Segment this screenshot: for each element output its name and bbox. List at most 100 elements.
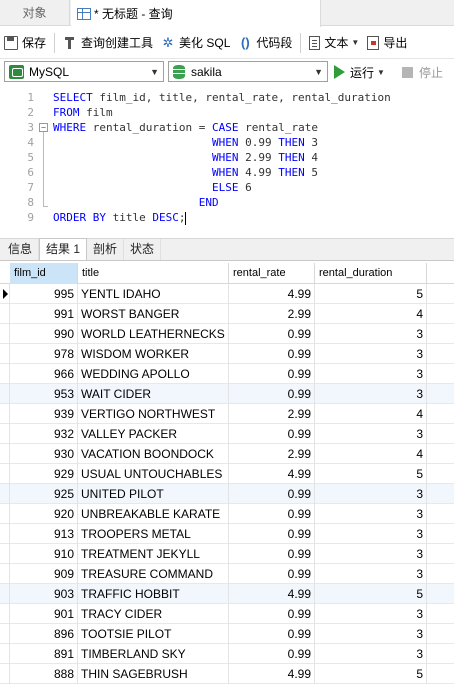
cell-film-id[interactable]: 910 xyxy=(10,544,78,564)
cell-title[interactable]: TREATMENT JEKYLL xyxy=(78,544,229,564)
code-line[interactable]: 9 ORDER BY title DESC; xyxy=(0,210,454,225)
cell-film-id[interactable]: 953 xyxy=(10,384,78,404)
cell-rental-rate[interactable]: 0.99 xyxy=(229,324,315,344)
cell-rental-duration[interactable]: 4 xyxy=(315,444,427,464)
row-indicator[interactable] xyxy=(0,464,10,484)
table-row[interactable]: 920 UNBREAKABLE KARATE 0.99 3 xyxy=(0,504,454,524)
header-title[interactable]: title xyxy=(78,263,229,284)
cell-film-id[interactable]: 901 xyxy=(10,604,78,624)
table-row[interactable]: 966 WEDDING APOLLO 0.99 3 xyxy=(0,364,454,384)
cell-film-id[interactable]: 991 xyxy=(10,304,78,324)
code-line[interactable]: 2 FROM film xyxy=(0,105,454,120)
cell-title[interactable]: VALLEY PACKER xyxy=(78,424,229,444)
table-row[interactable]: 939 VERTIGO NORTHWEST 2.99 4 xyxy=(0,404,454,424)
cell-rental-duration[interactable]: 3 xyxy=(315,564,427,584)
cell-film-id[interactable]: 925 xyxy=(10,484,78,504)
cell-rental-duration[interactable]: 3 xyxy=(315,604,427,624)
tab-objects[interactable]: 对象 xyxy=(0,0,70,26)
stop-button[interactable]: 停止 xyxy=(402,62,443,82)
cell-title[interactable]: TREASURE COMMAND xyxy=(78,564,229,584)
cell-rental-rate[interactable]: 4.99 xyxy=(229,664,315,684)
cell-rental-rate[interactable]: 4.99 xyxy=(229,584,315,604)
row-indicator[interactable] xyxy=(0,384,10,404)
row-indicator[interactable] xyxy=(0,564,10,584)
cell-rental-rate[interactable]: 0.99 xyxy=(229,424,315,444)
row-indicator[interactable] xyxy=(0,284,10,304)
header-film-id[interactable]: film_id xyxy=(10,263,78,284)
tab-info[interactable]: 信息 xyxy=(2,239,40,260)
header-rental-rate[interactable]: rental_rate xyxy=(229,263,315,284)
connection-select[interactable]: MySQL ▼ xyxy=(4,61,164,82)
cell-title[interactable]: VERTIGO NORTHWEST xyxy=(78,404,229,424)
tab-result-1[interactable]: 结果 1 xyxy=(39,238,88,260)
cell-rental-rate[interactable]: 0.99 xyxy=(229,564,315,584)
cell-title[interactable]: TRAFFIC HOBBIT xyxy=(78,584,229,604)
cell-rental-duration[interactable]: 3 xyxy=(315,344,427,364)
text-button[interactable]: 文本 ▼ xyxy=(305,31,363,55)
cell-title[interactable]: WEDDING APOLLO xyxy=(78,364,229,384)
tab-query[interactable]: * 无标题 - 查询 xyxy=(71,0,321,27)
row-indicator[interactable] xyxy=(0,484,10,504)
query-builder-button[interactable]: 查询创建工具 xyxy=(59,31,157,55)
row-indicator[interactable] xyxy=(0,364,10,384)
cell-film-id[interactable]: 920 xyxy=(10,504,78,524)
code-line[interactable]: 5 WHEN 2.99 THEN 4 xyxy=(0,150,454,165)
code-line[interactable]: 8 END xyxy=(0,195,454,210)
table-row[interactable]: 901 TRACY CIDER 0.99 3 xyxy=(0,604,454,624)
cell-film-id[interactable]: 932 xyxy=(10,424,78,444)
table-row[interactable]: 888 THIN SAGEBRUSH 4.99 5 xyxy=(0,664,454,684)
table-row[interactable]: 991 WORST BANGER 2.99 4 xyxy=(0,304,454,324)
row-indicator[interactable] xyxy=(0,504,10,524)
row-indicator[interactable] xyxy=(0,604,10,624)
tab-profile[interactable]: 剖析 xyxy=(87,239,125,260)
cell-title[interactable]: YENTL IDAHO xyxy=(78,284,229,304)
cell-film-id[interactable]: 966 xyxy=(10,364,78,384)
cell-title[interactable]: TOOTSIE PILOT xyxy=(78,624,229,644)
code-line[interactable]: 7 ELSE 6 xyxy=(0,180,454,195)
cell-title[interactable]: TRACY CIDER xyxy=(78,604,229,624)
cell-rental-rate[interactable]: 0.99 xyxy=(229,344,315,364)
cell-rental-duration[interactable]: 3 xyxy=(315,524,427,544)
cell-title[interactable]: UNBREAKABLE KARATE xyxy=(78,504,229,524)
cell-title[interactable]: TROOPERS METAL xyxy=(78,524,229,544)
cell-rental-duration[interactable]: 3 xyxy=(315,624,427,644)
cell-film-id[interactable]: 939 xyxy=(10,404,78,424)
cell-film-id[interactable]: 978 xyxy=(10,344,78,364)
table-row[interactable]: 913 TROOPERS METAL 0.99 3 xyxy=(0,524,454,544)
cell-rental-rate[interactable]: 4.99 xyxy=(229,284,315,304)
cell-rental-duration[interactable]: 4 xyxy=(315,404,427,424)
cell-film-id[interactable]: 913 xyxy=(10,524,78,544)
table-row[interactable]: 995 YENTL IDAHO 4.99 5 xyxy=(0,284,454,304)
cell-rental-duration[interactable]: 5 xyxy=(315,464,427,484)
sql-editor[interactable]: 1 SELECT film_id, title, rental_rate, ren… xyxy=(0,86,454,234)
cell-rental-rate[interactable]: 0.99 xyxy=(229,484,315,504)
table-row[interactable]: 932 VALLEY PACKER 0.99 3 xyxy=(0,424,454,444)
row-indicator[interactable] xyxy=(0,324,10,344)
cell-rental-rate[interactable]: 0.99 xyxy=(229,524,315,544)
cell-title[interactable]: THIN SAGEBRUSH xyxy=(78,664,229,684)
cell-rental-duration[interactable]: 3 xyxy=(315,644,427,664)
row-indicator[interactable] xyxy=(0,544,10,564)
table-row[interactable]: 953 WAIT CIDER 0.99 3 xyxy=(0,384,454,404)
cell-rental-duration[interactable]: 3 xyxy=(315,324,427,344)
cell-rental-rate[interactable]: 0.99 xyxy=(229,604,315,624)
row-indicator[interactable] xyxy=(0,644,10,664)
row-indicator[interactable] xyxy=(0,344,10,364)
table-row[interactable]: 925 UNITED PILOT 0.99 3 xyxy=(0,484,454,504)
database-select[interactable]: sakila ▼ xyxy=(168,61,328,82)
cell-rental-duration[interactable]: 4 xyxy=(315,304,427,324)
row-indicator[interactable] xyxy=(0,624,10,644)
save-button[interactable]: 保存 xyxy=(0,31,50,55)
row-indicator[interactable] xyxy=(0,664,10,684)
table-row[interactable]: 891 TIMBERLAND SKY 0.99 3 xyxy=(0,644,454,664)
cell-rental-duration[interactable]: 3 xyxy=(315,504,427,524)
code-line[interactable]: 6 WHEN 4.99 THEN 5 xyxy=(0,165,454,180)
table-row[interactable]: 896 TOOTSIE PILOT 0.99 3 xyxy=(0,624,454,644)
cell-rental-duration[interactable]: 3 xyxy=(315,364,427,384)
cell-title[interactable]: WORLD LEATHERNECKS xyxy=(78,324,229,344)
cell-rental-duration[interactable]: 5 xyxy=(315,664,427,684)
row-indicator[interactable] xyxy=(0,404,10,424)
table-row[interactable]: 910 TREATMENT JEKYLL 0.99 3 xyxy=(0,544,454,564)
row-indicator[interactable] xyxy=(0,524,10,544)
cell-rental-rate[interactable]: 4.99 xyxy=(229,464,315,484)
